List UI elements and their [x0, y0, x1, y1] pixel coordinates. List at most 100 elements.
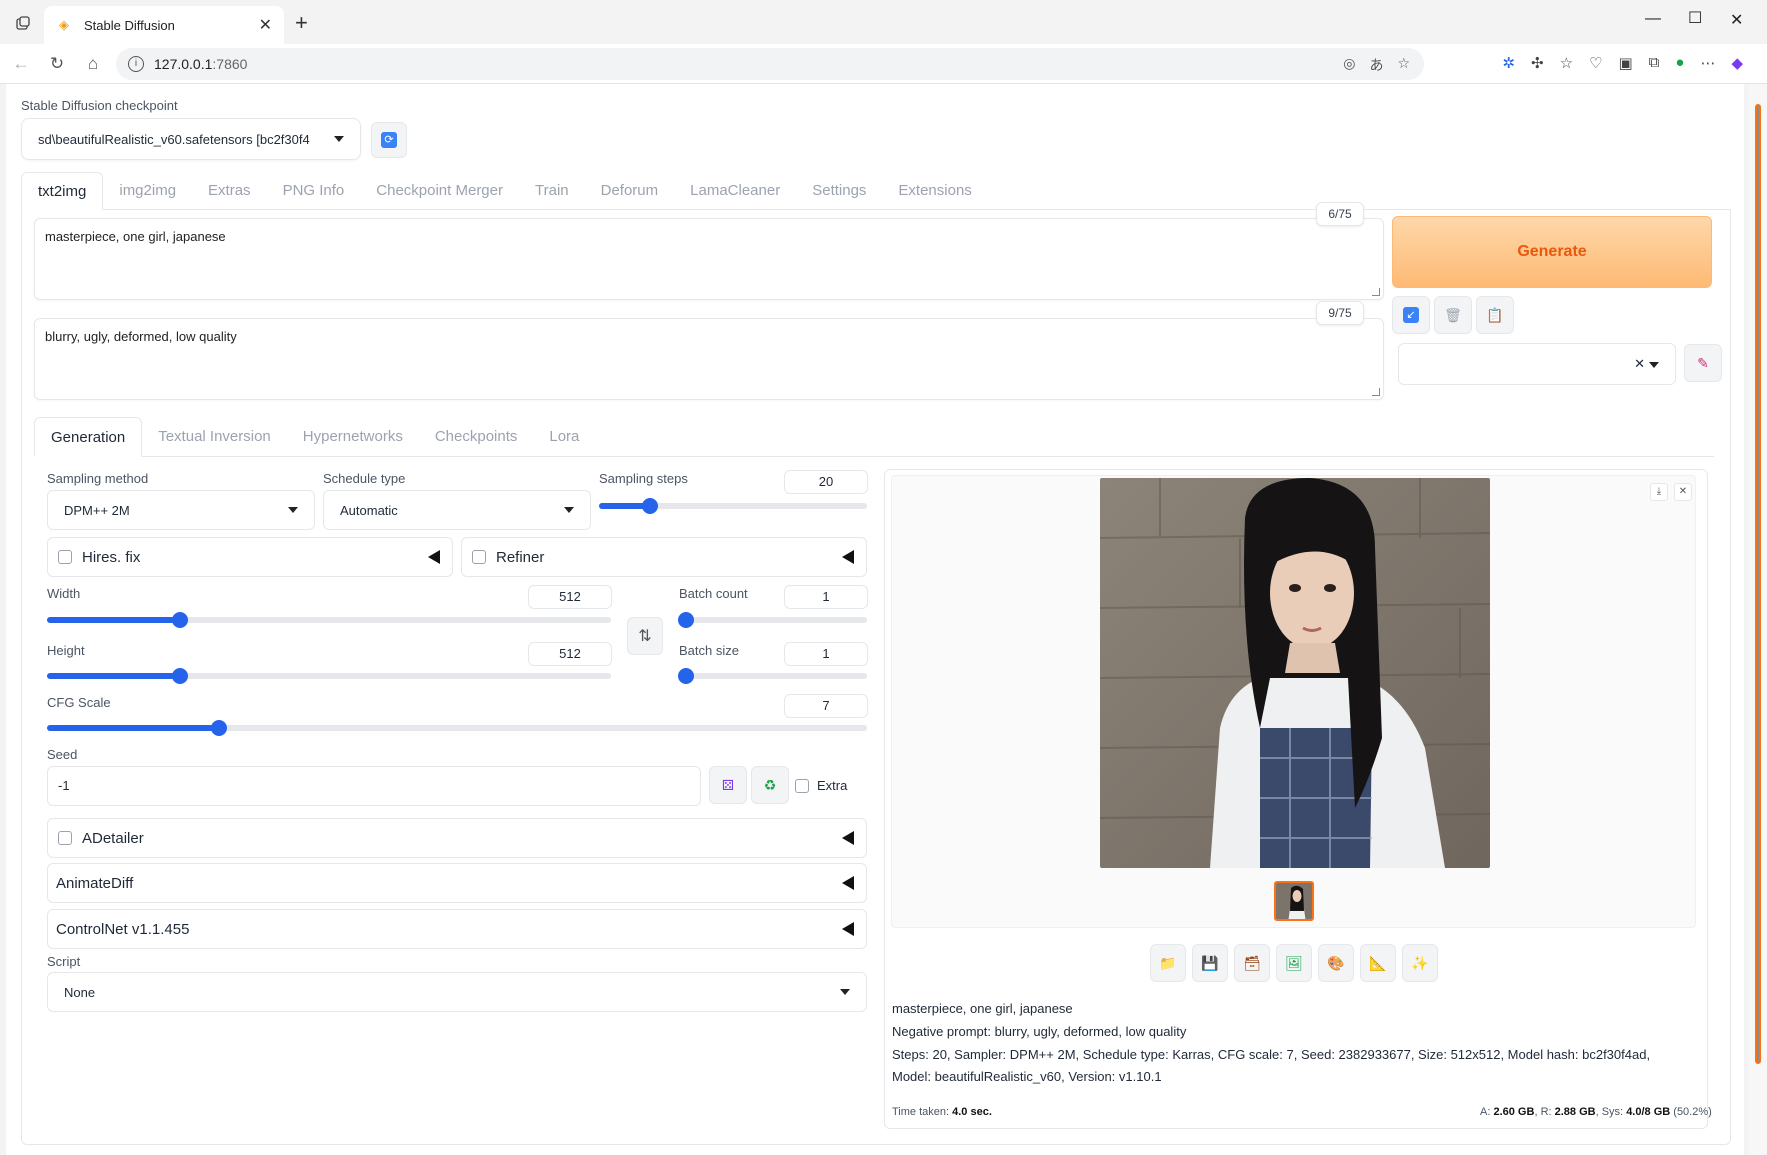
batch-size-input[interactable]: 1 [784, 642, 868, 666]
controlnet-accordion[interactable]: ControlNet v1.1.455 [47, 909, 867, 949]
extension-icon-1[interactable]: ✲ [1502, 54, 1515, 72]
translate-icon[interactable]: あ [1369, 55, 1383, 75]
clear-prompt-button[interactable]: 🗑 [1434, 296, 1472, 334]
refresh-checkpoints-button[interactable]: ⟳ [371, 122, 407, 158]
favorites-icon[interactable]: ☆ [1560, 54, 1573, 72]
health-icon[interactable]: ♡ [1589, 54, 1602, 72]
adetailer-accordion[interactable]: ADetailer [47, 818, 867, 858]
refiner-accordion[interactable]: Refiner [461, 537, 867, 577]
close-gallery-icon[interactable]: ✕ [1674, 483, 1692, 501]
width-input[interactable]: 512 [528, 585, 612, 609]
tab-actions-icon[interactable] [12, 12, 34, 34]
positive-prompt-input[interactable]: masterpiece, one girl, japanese [34, 218, 1384, 300]
open-folder-button[interactable]: 📁 [1150, 944, 1186, 982]
paste-styles-button[interactable]: 📋 [1476, 296, 1514, 334]
refiner-checkbox[interactable] [472, 550, 486, 564]
site-info-icon[interactable]: i [128, 56, 144, 72]
download-icon[interactable]: ⤓ [1650, 483, 1668, 501]
batch-size-slider[interactable] [678, 668, 867, 684]
tab-checkpoints[interactable]: Checkpoints [419, 417, 534, 457]
home-icon[interactable]: ⌂ [82, 53, 104, 75]
collapse-triangle-icon[interactable] [842, 831, 854, 845]
tab-checkpoint-merger[interactable]: Checkpoint Merger [360, 172, 519, 210]
more-menu-icon[interactable]: ⋯ [1700, 54, 1715, 72]
script-select[interactable]: None [47, 972, 867, 1012]
gallery-thumbnail[interactable] [1274, 881, 1314, 921]
schedule-type-select[interactable]: Automatic [323, 490, 591, 530]
send-to-extras-button[interactable]: 📐 [1360, 944, 1396, 982]
copilot-icon[interactable]: ◆ [1731, 54, 1743, 72]
sampling-steps-input[interactable]: 20 [784, 470, 868, 494]
slider-handle[interactable] [678, 612, 694, 628]
cfg-scale-input[interactable]: 7 [784, 694, 868, 718]
cfg-scale-slider[interactable] [47, 720, 867, 736]
clear-styles-icon[interactable]: ✕ [1634, 356, 1645, 372]
styles-select[interactable]: ✕ [1398, 343, 1676, 385]
reload-icon[interactable]: ↻ [46, 53, 68, 75]
tab-png-info[interactable]: PNG Info [267, 172, 361, 210]
save-button[interactable]: 💾 [1192, 944, 1228, 982]
hires-fix-checkbox[interactable] [58, 550, 72, 564]
upscale-button[interactable]: ✨ [1402, 944, 1438, 982]
page-scrollbar[interactable] [1749, 84, 1767, 1155]
tab-extras[interactable]: Extras [192, 172, 267, 210]
negative-prompt-input[interactable]: blurry, ugly, deformed, low quality [34, 318, 1384, 400]
tab-deforum[interactable]: Deforum [585, 172, 675, 210]
animatediff-accordion[interactable]: AnimateDiff [47, 863, 867, 903]
generated-image[interactable] [1100, 478, 1490, 868]
performance-icon[interactable]: ◎ [1343, 55, 1355, 75]
collapse-triangle-icon[interactable] [842, 922, 854, 936]
batch-count-slider[interactable] [678, 612, 867, 628]
hires-fix-accordion[interactable]: Hires. fix [47, 537, 453, 577]
collections-icon[interactable]: ▣ [1618, 54, 1632, 72]
resize-handle-icon[interactable] [1372, 388, 1380, 396]
tab-generation[interactable]: Generation [34, 417, 143, 457]
tab-hypernetworks[interactable]: Hypernetworks [287, 417, 419, 457]
scrollbar-thumb[interactable] [1755, 104, 1761, 1064]
random-seed-button[interactable]: ⚄ [709, 766, 747, 804]
tab-lamacleaner[interactable]: LamaCleaner [674, 172, 796, 210]
seed-input[interactable]: -1 [47, 766, 701, 806]
slider-handle[interactable] [678, 668, 694, 684]
slider-handle[interactable] [172, 612, 189, 628]
sampling-method-select[interactable]: DPM++ 2M [47, 490, 315, 530]
height-input[interactable]: 512 [528, 642, 612, 666]
generate-button[interactable]: Generate [1392, 216, 1712, 288]
send-to-inpaint-button[interactable]: 🎨 [1318, 944, 1354, 982]
tab-img2img[interactable]: img2img [103, 172, 192, 210]
extra-seed-checkbox[interactable] [795, 779, 809, 793]
tab-lora[interactable]: Lora [533, 417, 595, 457]
tab-extensions[interactable]: Extensions [882, 172, 987, 210]
profile-avatar-icon[interactable]: ● [1675, 54, 1684, 72]
collapse-triangle-icon[interactable] [428, 550, 440, 564]
extensions-puzzle-icon[interactable]: ✣ [1531, 54, 1544, 72]
share-icon[interactable]: ⧉ [1649, 54, 1660, 72]
tab-txt2img[interactable]: txt2img [21, 172, 104, 210]
collapse-triangle-icon[interactable] [842, 550, 854, 564]
address-bar[interactable]: i 127.0.0.1:7860 ◎ あ ☆ [116, 48, 1424, 80]
favorite-star-icon[interactable]: ☆ [1397, 55, 1410, 75]
back-icon[interactable]: ← [10, 53, 32, 75]
window-close-icon[interactable]: ✕ [1730, 10, 1743, 30]
height-slider[interactable] [47, 668, 611, 684]
edit-styles-button[interactable]: ✎ [1684, 344, 1722, 382]
sampling-steps-slider[interactable] [599, 498, 867, 514]
reuse-seed-button[interactable]: ♻ [751, 766, 789, 804]
batch-count-input[interactable]: 1 [784, 585, 868, 609]
tab-settings[interactable]: Settings [796, 172, 882, 210]
collapse-triangle-icon[interactable] [842, 876, 854, 890]
width-slider[interactable] [47, 612, 611, 628]
tab-train[interactable]: Train [519, 172, 585, 210]
adetailer-checkbox[interactable] [58, 831, 72, 845]
browser-tab[interactable]: ◈ Stable Diffusion ✕ [44, 6, 284, 44]
new-tab-icon[interactable]: + [295, 10, 308, 36]
close-tab-icon[interactable]: ✕ [259, 15, 272, 35]
slider-handle[interactable] [172, 668, 189, 684]
tab-textual-inversion[interactable]: Textual Inversion [142, 417, 287, 457]
resize-handle-icon[interactable] [1372, 288, 1380, 296]
minimize-icon[interactable]: — [1645, 10, 1661, 28]
maximize-icon[interactable]: ☐ [1688, 8, 1702, 28]
slider-handle[interactable] [641, 498, 658, 514]
read-generation-params-button[interactable]: ↙ [1392, 296, 1430, 334]
swap-dimensions-button[interactable]: ⇅ [627, 617, 663, 655]
